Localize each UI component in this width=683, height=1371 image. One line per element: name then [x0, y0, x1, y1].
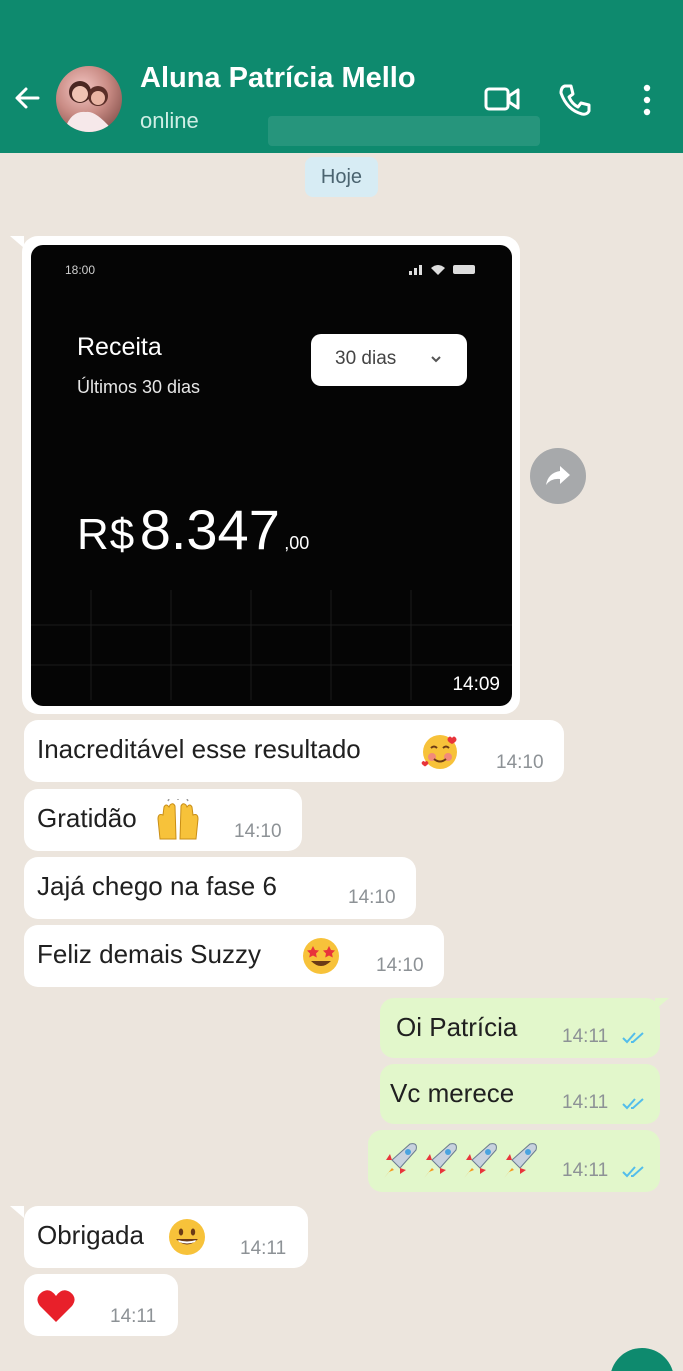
message-bubble-outgoing[interactable]: 14:11 — [368, 1130, 660, 1192]
message-time: 14:11 — [562, 1092, 609, 1113]
message-time: 14:10 — [234, 821, 282, 842]
message-bubble-outgoing[interactable]: Oi Patrícia 14:11 — [380, 998, 660, 1058]
revenue-value: 8.347 — [139, 498, 280, 561]
message-time: 14:11 — [110, 1306, 157, 1327]
read-receipt-icon — [622, 1032, 644, 1044]
message-time: 14:11 — [562, 1026, 609, 1047]
revenue-currency: R$ — [77, 510, 136, 559]
message-text: Inacreditável esse resultado — [37, 734, 361, 764]
chat-header: Aluna Patrícia Mello online — [0, 0, 683, 153]
message-bubble-incoming[interactable]: Gratidão 14:10 — [24, 789, 302, 851]
message-text: Obrigada — [37, 1220, 144, 1250]
bubble-tail — [10, 1206, 24, 1218]
message-bubble-outgoing[interactable]: Vc merece 14:11 — [380, 1064, 660, 1124]
scroll-down-button[interactable] — [610, 1348, 674, 1371]
message-bubble-incoming[interactable]: 14:11 — [24, 1274, 178, 1336]
chevron-down-icon — [431, 356, 441, 363]
message-text: Vc merece — [390, 1078, 515, 1108]
more-vert-icon[interactable] — [637, 82, 657, 118]
message-time: 14:11 — [240, 1238, 287, 1259]
avatar[interactable] — [56, 66, 122, 132]
message-bubble-incoming[interactable]: Feliz demais Suzzy 14:10 — [24, 925, 444, 987]
raising-hands-icon — [157, 799, 199, 840]
revenue-amount: R$ 8.347 ,00 — [77, 497, 309, 562]
forward-button[interactable] — [530, 448, 586, 504]
revenue-cents: ,00 — [284, 533, 310, 553]
message-time: 14:11 — [562, 1160, 609, 1181]
image-message[interactable]: 18:00 Receita Últimos 30 dias 30 dias R$… — [22, 236, 520, 714]
message-bubble-incoming[interactable]: Obrigada 14:11 — [24, 1206, 308, 1268]
chart-gridlines — [31, 590, 512, 700]
period-select: 30 dias — [311, 334, 467, 386]
smiling-face-with-hearts-icon — [421, 735, 457, 769]
forward-icon — [546, 466, 570, 485]
message-time: 14:09 — [452, 674, 500, 695]
message-time: 14:10 — [496, 752, 544, 773]
phone-call-icon[interactable] — [557, 82, 593, 118]
message-bubble-incoming[interactable]: Inacreditável esse resultado 14:10 — [24, 720, 564, 782]
message-bubble-incoming[interactable]: Jajá chego na fase 6 14:10 — [24, 857, 416, 919]
rocket-icons — [384, 1143, 537, 1179]
message-text: Gratidão — [37, 803, 137, 833]
revenue-title: Receita — [77, 333, 162, 361]
red-heart-icon — [37, 1290, 75, 1322]
message-text: Jajá chego na fase 6 — [37, 871, 277, 901]
redacted-area — [268, 116, 540, 146]
message-text: Oi Patrícia — [396, 1012, 518, 1042]
message-text: Feliz demais Suzzy — [37, 939, 261, 969]
message-time: 14:10 — [376, 955, 424, 976]
grinning-face-icon — [169, 1219, 205, 1255]
read-receipt-icon — [622, 1166, 644, 1178]
date-chip: Hoje — [305, 157, 378, 197]
revenue-screenshot[interactable]: 18:00 Receita Últimos 30 dias 30 dias R$… — [31, 245, 512, 706]
revenue-subtitle: Últimos 30 dias — [77, 377, 201, 397]
video-call-icon[interactable] — [483, 82, 521, 116]
star-struck-icon — [303, 938, 339, 974]
period-select-label: 30 dias — [335, 348, 397, 369]
status-bar-icons — [409, 265, 475, 275]
contact-name[interactable]: Aluna Patrícia Mello — [140, 62, 416, 95]
contact-status: online — [140, 108, 199, 133]
screenshot-clock: 18:00 — [65, 263, 96, 277]
message-time: 14:10 — [348, 887, 396, 908]
avatar-photo — [64, 81, 114, 132]
back-arrow-icon[interactable] — [12, 83, 42, 113]
read-receipt-icon — [622, 1098, 644, 1110]
